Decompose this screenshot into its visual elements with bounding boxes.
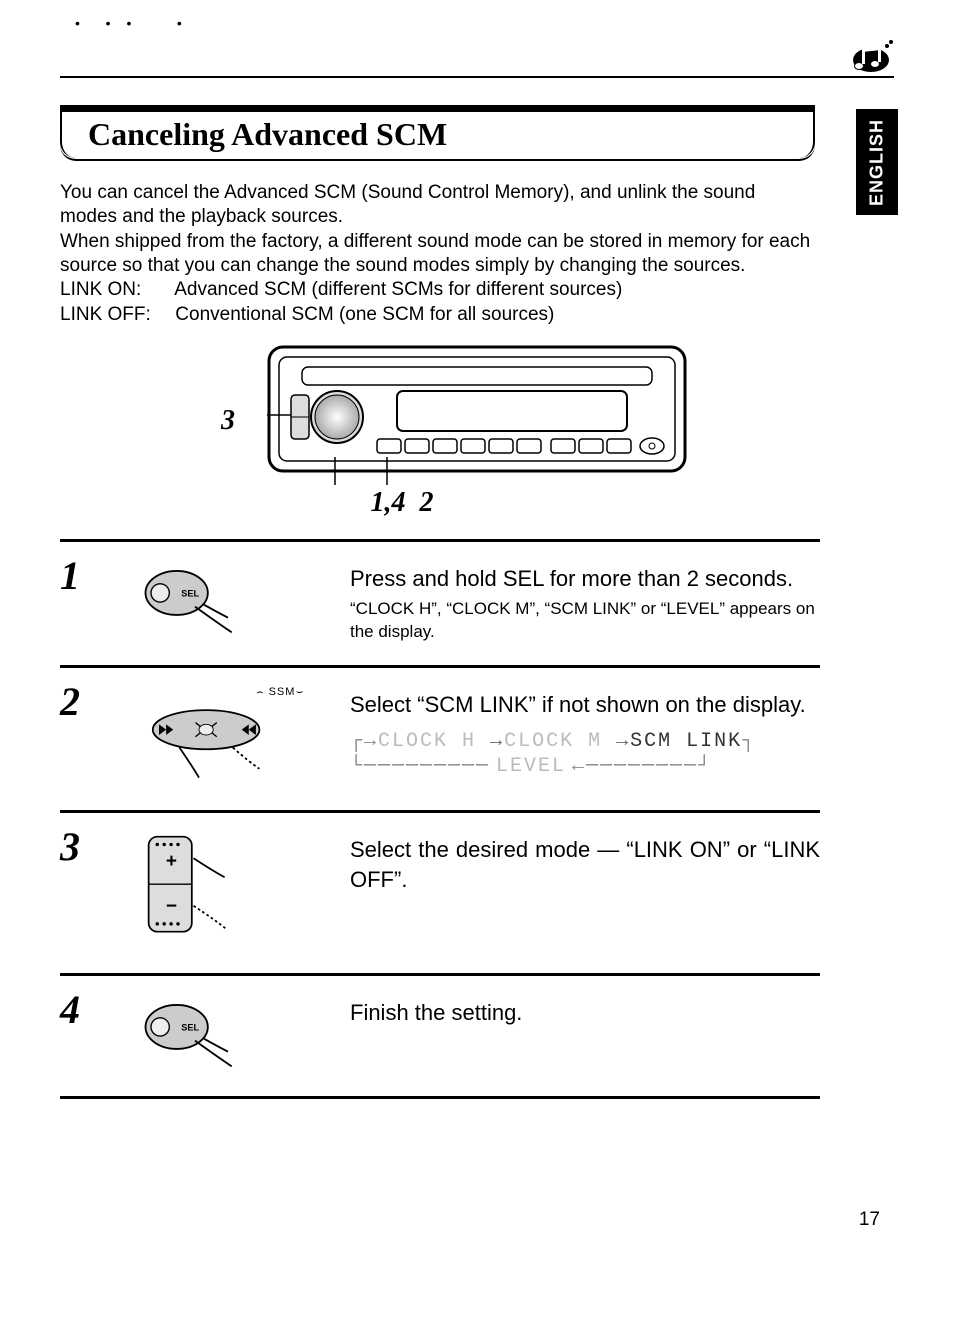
- rule-line: [60, 76, 894, 78]
- callout-3: 3: [221, 405, 235, 437]
- link-off-label: LINK OFF:: [60, 303, 170, 327]
- language-tab: ENGLISH: [856, 109, 898, 215]
- intro-line-2: When shipped from the factory, a differe…: [60, 230, 815, 279]
- track-buttons-icon: SSM: [140, 682, 340, 788]
- link-on-text: Advanced SCM (different SCMs for differe…: [174, 279, 622, 300]
- sel-button-icon: SEL: [140, 556, 340, 640]
- intro-line-1: You can cancel the Advanced SCM (Sound C…: [60, 181, 815, 230]
- step-3: 3 + − Select the desired mode — “LINK ON…: [60, 810, 820, 973]
- step-number: 3: [60, 827, 130, 867]
- ssm-label: SSM: [220, 686, 340, 699]
- display-cycle: ┌→CLOCK H →CLOCK M →SCM LINK┐ └─────────…: [350, 730, 820, 778]
- heading-container: Canceling Advanced SCM: [60, 105, 815, 161]
- plus-minus-buttons-icon: + −: [140, 827, 340, 951]
- callout-bottom: 1,4 2: [97, 487, 707, 519]
- step-number: 4: [60, 990, 130, 1030]
- step-2: 2 SSM Select “SCM LINK” if not shown on …: [60, 665, 820, 810]
- car-radio-icon: [267, 345, 687, 485]
- step-4: 4 SEL Finish the setting.: [60, 973, 820, 1099]
- steps-list: 1 SEL Press and hold SEL for more than 2…: [60, 539, 820, 1100]
- svg-text:−: −: [166, 896, 177, 917]
- radio-illustration: 3: [247, 345, 707, 519]
- button-label: SEL: [181, 588, 199, 598]
- button-label: SEL: [181, 1023, 199, 1033]
- step-subtext: “CLOCK H”, “CLOCK M”, “SCM LINK” or “LEV…: [350, 598, 820, 644]
- manual-page: • • • • ENGLISH Canceling Advanced SCM Y…: [0, 0, 954, 1339]
- page-heading: Canceling Advanced SCM: [88, 116, 447, 152]
- page-number: 17: [859, 1209, 880, 1231]
- step-1: 1 SEL Press and hold SEL for more than 2…: [60, 539, 820, 666]
- step-title: Press and hold SEL for more than 2 secon…: [350, 564, 820, 594]
- step-number: 1: [60, 556, 130, 596]
- step-title: Select “SCM LINK” if not shown on the di…: [350, 690, 820, 720]
- step-title: Finish the setting.: [350, 998, 820, 1028]
- step-number: 2: [60, 682, 130, 722]
- link-off-text: Conventional SCM (one SCM for all source…: [175, 304, 554, 325]
- step-title: Select the desired mode — “LINK ON” or “…: [350, 835, 820, 894]
- sel-button-icon: SEL: [140, 990, 340, 1074]
- svg-text:+: +: [166, 851, 177, 872]
- music-note-icon: [849, 38, 894, 73]
- intro-paragraph: You can cancel the Advanced SCM (Sound C…: [60, 181, 815, 327]
- decorative-dots: • • • •: [75, 15, 188, 31]
- link-on-label: LINK ON:: [60, 278, 170, 302]
